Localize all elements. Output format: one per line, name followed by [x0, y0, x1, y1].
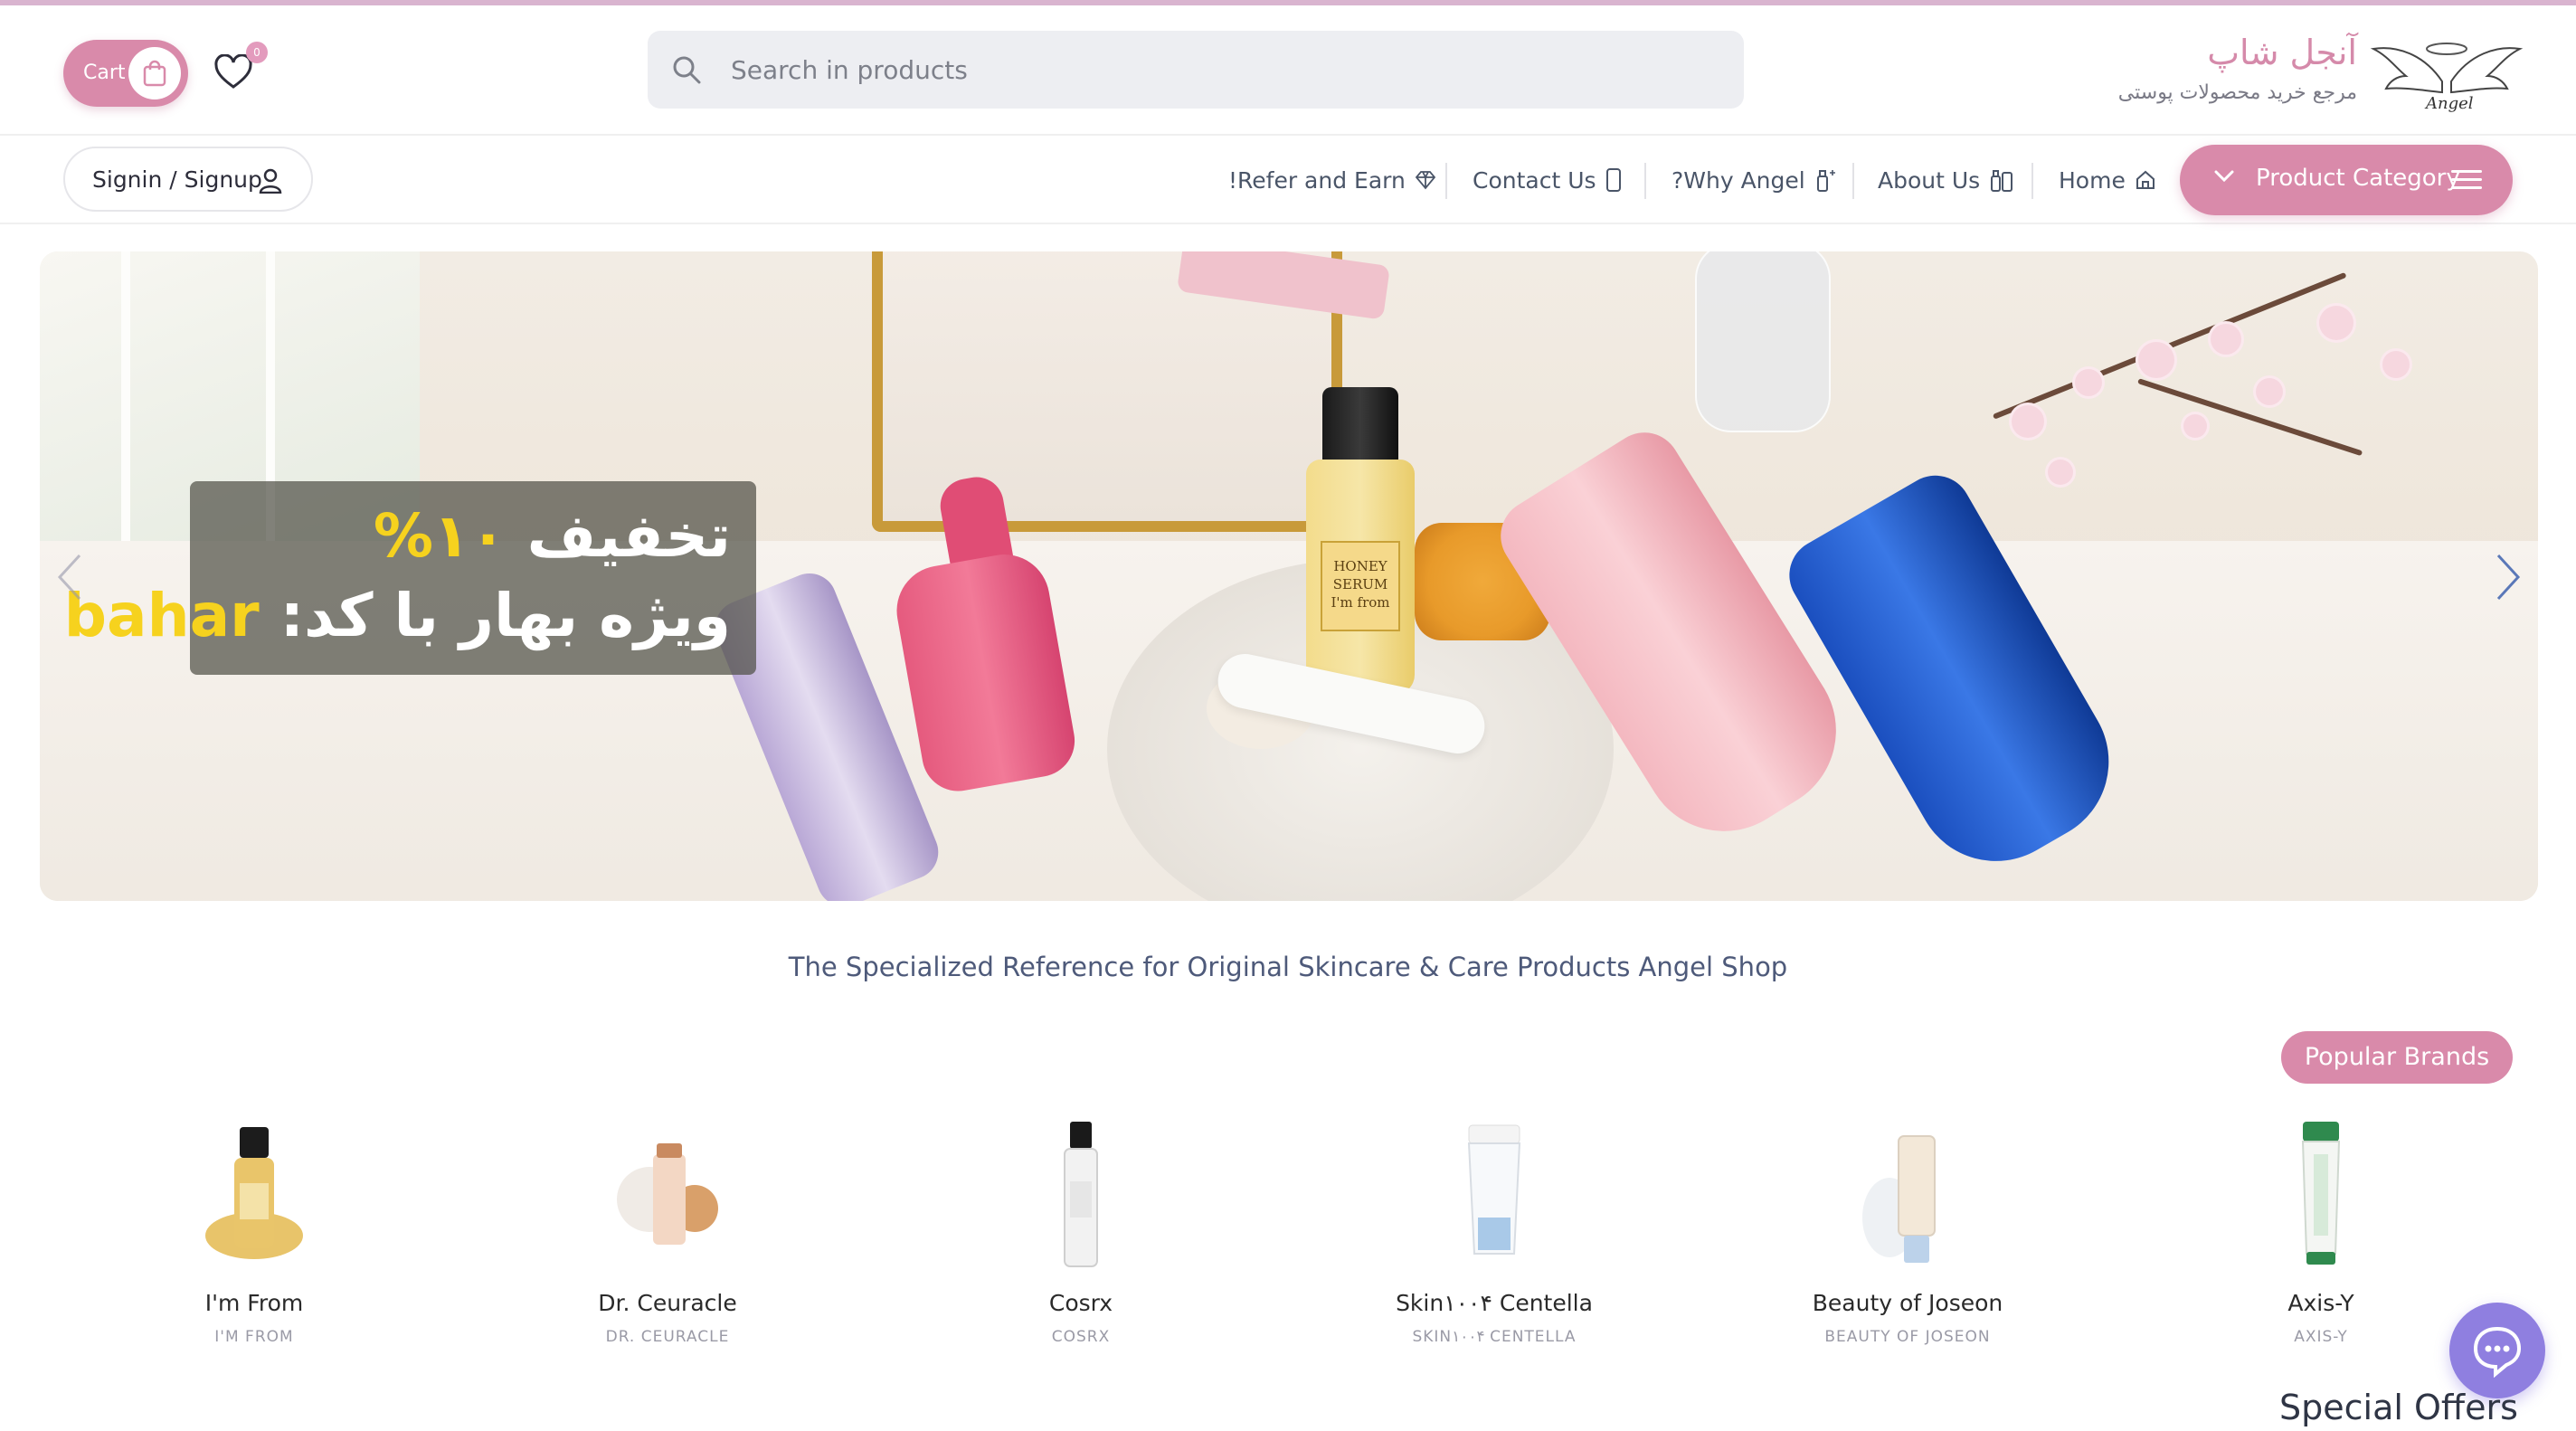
wishlist-heart-icon[interactable] — [213, 54, 253, 90]
nav-item-contact-label: Contact Us — [1473, 166, 1596, 194]
brand-name: Axis-Y — [2287, 1290, 2354, 1316]
main-nav: Signin / Signup !Refer and Earn Contact … — [0, 136, 2576, 224]
diamond-icon — [1415, 171, 1436, 190]
promo-line-1: تخفیف ۱۰% — [373, 501, 731, 571]
search-input[interactable] — [731, 47, 1708, 92]
popular-brands-label[interactable]: Popular Brands — [2281, 1031, 2513, 1084]
nav-item-contact[interactable]: Contact Us — [1473, 159, 1622, 201]
nav-item-refer-label: !Refer and Earn — [1228, 166, 1406, 194]
user-icon — [259, 168, 282, 194]
brand-name: Cosrx — [1048, 1290, 1113, 1316]
chevron-down-icon — [2214, 170, 2234, 183]
brand-name: Dr. Ceuracle — [598, 1290, 737, 1316]
product-category-button[interactable]: Product Category — [2180, 145, 2513, 215]
nav-item-home-label: Home — [2059, 166, 2126, 194]
signin-button[interactable]: Signin / Signup — [63, 147, 313, 212]
brand-card[interactable]: Axis-Y AXIS-Y — [2158, 1118, 2484, 1353]
banner-honey-label: HONEY SERUM I'm from — [1321, 541, 1400, 631]
logo-subtitle: مرجع خرید محصولات پوستی — [2117, 81, 2357, 104]
brand-name: I'm From — [204, 1290, 304, 1316]
brand-name: Beauty of Joseon — [1812, 1290, 2003, 1316]
brand-image-skin1004 — [1467, 1124, 1521, 1255]
cart-label: Cart — [83, 62, 126, 84]
nav-item-refer[interactable]: !Refer and Earn — [1228, 159, 1436, 201]
special-offers-title: Special Offers — [2279, 1388, 2518, 1427]
banner-glass-vase — [1695, 251, 1831, 432]
nav-divider — [1852, 163, 1854, 199]
nav-item-why-angel[interactable]: ?Why Angel — [1672, 159, 1838, 201]
signin-label: Signin / Signup — [92, 166, 262, 193]
nav-item-about-label: About Us — [1878, 166, 1981, 194]
nav-divider — [2031, 163, 2033, 199]
brand-image-beautyofjoseon — [1862, 1135, 1936, 1263]
brand-image-imfrom — [205, 1127, 303, 1259]
chat-bubble-icon — [2473, 1326, 2522, 1378]
nav-item-about[interactable]: About Us — [1878, 159, 2014, 201]
wishlist-count-badge: 0 — [246, 42, 268, 63]
nav-item-home[interactable]: Home — [2059, 159, 2156, 201]
brand-subtitle: I'M FROM — [214, 1328, 294, 1346]
bottle-sparkle-icon — [1816, 170, 1835, 192]
brand-name: Skin۱۰۰۴ Centella — [1396, 1290, 1593, 1316]
brand-subtitle: SKIN۱۰۰۴ CENTELLA — [1412, 1328, 1577, 1346]
brand-subtitle: AXIS-Y — [2294, 1328, 2348, 1346]
chat-widget-button[interactable] — [2449, 1303, 2545, 1398]
cart-button[interactable]: Cart — [63, 40, 188, 107]
header: Cart 0 آنجل شاپ مرجع خرید محصولات پوستی … — [0, 5, 2576, 136]
brand-image-cosrx — [1064, 1122, 1098, 1267]
phone-icon — [1605, 168, 1621, 192]
nav-divider — [1445, 163, 1447, 199]
promo-line-2: ویژه بهار با کد: bahar — [63, 581, 731, 650]
search-icon — [673, 56, 701, 84]
brand-card[interactable]: Skin۱۰۰۴ Centella SKIN۱۰۰۴ CENTELLA — [1331, 1118, 1657, 1353]
hero-banner[interactable]: HONEY SERUM I'm from تخفیف ۱۰% ویژه بهار… — [40, 251, 2538, 901]
brand-card[interactable]: Dr. Ceuracle DR. CEURACLE — [505, 1118, 830, 1353]
menu-icon — [2451, 170, 2482, 189]
home-icon — [2136, 170, 2155, 189]
brand-card[interactable]: I'm From I'M FROM — [91, 1118, 417, 1353]
brand-image-axisy — [2301, 1122, 2341, 1265]
brand-card[interactable]: Cosrx COSRX — [918, 1118, 1244, 1353]
carousel-next-arrow-icon[interactable] — [2489, 550, 2525, 604]
product-category-label: Product Category — [2256, 165, 2460, 192]
site-logo[interactable]: آنجل شاپ مرجع خرید محصولات پوستی Angel — [2117, 33, 2524, 123]
logo-title: آنجل شاپ — [2207, 33, 2357, 72]
brand-card[interactable]: Beauty of Joseon BEAUTY OF JOSEON — [1745, 1118, 2070, 1353]
shopping-bag-icon — [143, 60, 166, 87]
nav-item-why-angel-label: ?Why Angel — [1672, 166, 1805, 194]
brand-image-drceuracle — [617, 1143, 718, 1245]
logo-mark-text: Angel — [2424, 94, 2474, 113]
brand-subtitle: COSRX — [1051, 1328, 1111, 1346]
promo-overlay: تخفیف ۱۰% ویژه بهار با کد: bahar — [64, 481, 756, 675]
search-bar[interactable] — [648, 31, 1744, 109]
cosmetics-icon — [1991, 170, 2013, 192]
cart-icon-wrap — [128, 47, 181, 100]
brand-subtitle: DR. CEURACLE — [605, 1328, 730, 1346]
carousel-prev-arrow-icon[interactable] — [52, 550, 89, 604]
brand-subtitle: BEAUTY OF JOSEON — [1824, 1328, 1991, 1346]
site-tagline: The Specialized Reference for Original S… — [788, 952, 1788, 982]
nav-divider — [1644, 163, 1646, 199]
banner-cherry-blossoms — [1957, 270, 2500, 541]
angel-wings-logo-icon: Angel — [2370, 43, 2524, 113]
